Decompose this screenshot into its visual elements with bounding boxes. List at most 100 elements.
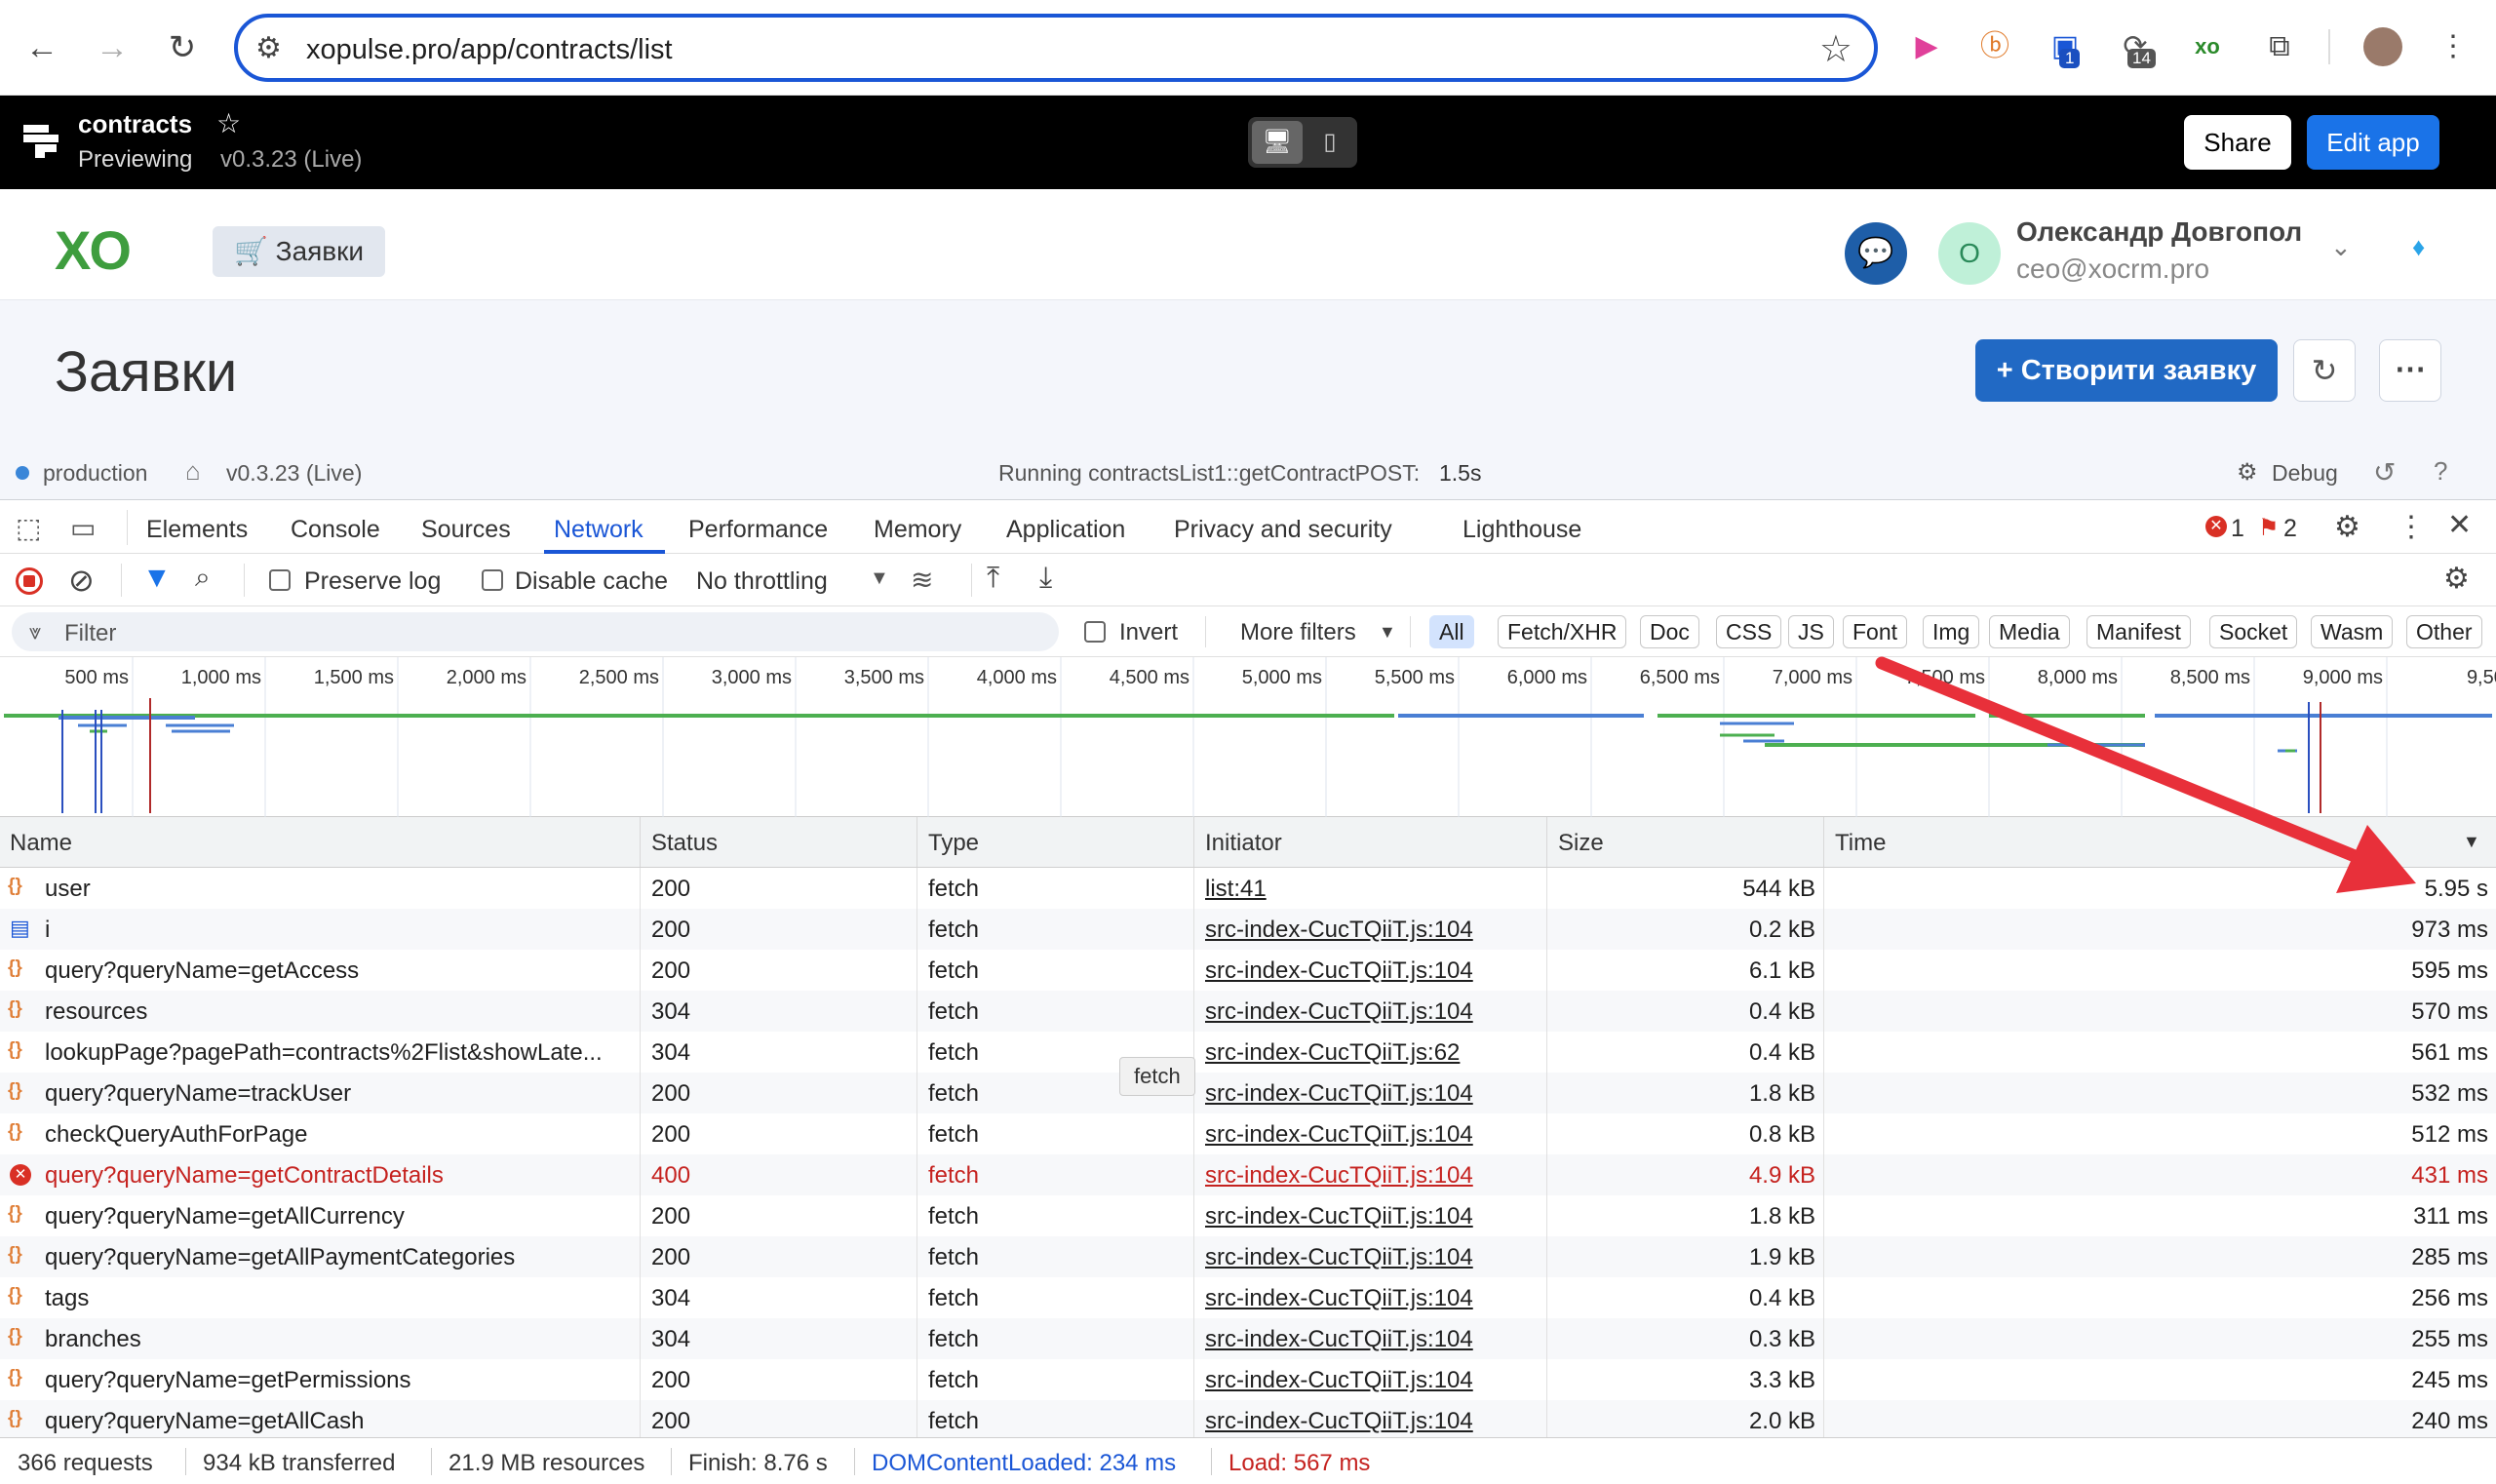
type-filter-other[interactable]: Other (2406, 615, 2482, 648)
type-filter-css[interactable]: CSS (1716, 615, 1782, 648)
request-initiator-link[interactable]: src-index-CucTQiiT.js:104 (1205, 1080, 1473, 1108)
bookmark-star-icon[interactable]: ☆ (1819, 27, 1852, 71)
history-icon[interactable]: ↺ (2373, 456, 2396, 488)
diamond-icon[interactable]: ♦ (2412, 232, 2425, 262)
help-icon[interactable]: ? (2434, 456, 2447, 487)
column-time[interactable]: Time (1835, 830, 1886, 857)
request-initiator-link[interactable]: src-index-CucTQiiT.js:104 (1205, 1162, 1473, 1190)
more-options-icon[interactable]: ⋯ (2379, 339, 2441, 402)
request-initiator-link[interactable]: src-index-CucTQiiT.js:104 (1205, 1367, 1473, 1394)
disable-cache-checkbox[interactable] (482, 569, 503, 591)
import-har-icon[interactable]: ⤒ (987, 562, 999, 595)
column-size[interactable]: Size (1558, 830, 1604, 857)
desktop-view-icon[interactable]: 🖥 (1252, 121, 1303, 164)
request-name[interactable]: query?queryName=getPermissions (45, 1367, 411, 1394)
request-name[interactable]: branches (45, 1326, 141, 1353)
disable-cache-label[interactable]: Disable cache (515, 567, 668, 596)
site-settings-icon[interactable]: ⚙ (255, 31, 282, 65)
extensions-puzzle-icon[interactable]: ⧉ (2260, 27, 2299, 66)
favorite-star-icon[interactable]: ☆ (216, 107, 241, 139)
request-name[interactable]: checkQueryAuthForPage (45, 1121, 307, 1149)
extension-xo-icon[interactable]: xo (2188, 27, 2227, 66)
chat-icon[interactable]: 💬 (1845, 222, 1907, 285)
network-conditions-icon[interactable]: ≋ (911, 564, 933, 596)
extension-orange-icon[interactable]: ⓑ (1975, 27, 2014, 66)
xo-logo[interactable]: XO (55, 218, 132, 282)
extension-pink-icon[interactable]: ▶ (1907, 27, 1946, 66)
tab-elements[interactable]: Elements (146, 516, 248, 544)
table-row[interactable]: ▤ i 200 fetch src-index-CucTQiiT.js:104 0.2 k… (0, 909, 2496, 950)
table-row[interactable]: {} checkQueryAuthForPage 200 fetch src-index… (0, 1113, 2496, 1154)
stop-recording-icon[interactable] (16, 567, 43, 595)
type-filter-media[interactable]: Media (1989, 615, 2070, 648)
tab-privacy-security[interactable]: Privacy and security (1174, 516, 1392, 544)
table-row[interactable]: {} branches 304 fetch src-index-CucTQiiT.js:… (0, 1318, 2496, 1359)
address-bar[interactable]: ⚙ xopulse.pro/app/contracts/list ☆ (234, 14, 1878, 82)
filter-funnel-icon[interactable]: ▼ (142, 562, 172, 595)
request-name[interactable]: query?queryName=getContractDetails (45, 1162, 444, 1190)
column-type[interactable]: Type (928, 830, 979, 857)
export-har-icon[interactable]: ⤓ (1039, 562, 1052, 595)
table-row[interactable]: {} query?queryName=getAllPaymentCategorie… (0, 1236, 2496, 1277)
type-filter-manifest[interactable]: Manifest (2086, 615, 2191, 648)
user-avatar[interactable]: О (1938, 222, 2001, 285)
filter-input[interactable]: ⩔ Filter (12, 612, 1059, 651)
url-text[interactable]: xopulse.pro/app/contracts/list (306, 34, 673, 66)
create-request-button[interactable]: + Створити заявку (1975, 339, 2278, 402)
request-name[interactable]: lookupPage?pagePath=contracts%2Flist&sho… (45, 1039, 603, 1067)
forward-arrow-icon[interactable]: → (90, 25, 135, 70)
type-filter-font[interactable]: Font (1843, 615, 1908, 648)
browser-menu-icon[interactable]: ⋮ (2434, 27, 2473, 66)
request-name[interactable]: tags (45, 1285, 89, 1312)
table-row[interactable]: {} resources 304 fetch src-index-CucTQiiT.js… (0, 991, 2496, 1032)
network-overview-timeline[interactable]: 500 ms 1,000 ms 1,500 ms 2,000 ms 2,500 ms 3,… (0, 657, 2496, 817)
request-initiator-link[interactable]: src-index-CucTQiiT.js:104 (1205, 1285, 1473, 1312)
type-filter-socket[interactable]: Socket (2209, 615, 2298, 648)
request-initiator-link[interactable]: list:41 (1205, 876, 1267, 903)
request-name[interactable]: query?queryName=getAllCurrency (45, 1203, 405, 1230)
table-row[interactable]: {} tags 304 fetch src-index-CucTQiiT.js:104 0… (0, 1277, 2496, 1318)
debug-label[interactable]: Debug (2272, 460, 2338, 487)
request-initiator-link[interactable]: src-index-CucTQiiT.js:104 (1205, 1203, 1473, 1230)
request-name[interactable]: i (45, 917, 50, 944)
tab-sources[interactable]: Sources (421, 516, 511, 544)
type-filter-doc[interactable]: Doc (1640, 615, 1699, 648)
more-filters-button[interactable]: More filters (1240, 619, 1356, 646)
type-filter-img[interactable]: Img (1923, 615, 1980, 648)
invert-label[interactable]: Invert (1119, 619, 1178, 646)
env-version[interactable]: v0.3.23 (Live) (226, 460, 362, 487)
table-row[interactable]: {} query?queryName=trackUser 200 fetch src-i… (0, 1073, 2496, 1113)
table-row[interactable]: {} query?queryName=getAccess 200 fetch src-i… (0, 950, 2496, 991)
close-devtools-icon[interactable]: ✕ (2447, 508, 2472, 542)
request-initiator-link[interactable]: src-index-CucTQiiT.js:104 (1205, 1121, 1473, 1149)
tab-console[interactable]: Console (291, 516, 380, 544)
table-row[interactable]: {} user 200 fetch list:41 544 kB 5.95 s (0, 868, 2496, 909)
tab-performance[interactable]: Performance (688, 516, 828, 544)
more-filters-arrow-icon[interactable]: ▼ (1379, 622, 1396, 643)
inspect-element-icon[interactable]: ⬚ (16, 512, 41, 544)
back-arrow-icon[interactable]: ← (20, 25, 64, 70)
tab-network[interactable]: Network (554, 516, 644, 544)
sort-descending-icon[interactable]: ▼ (2463, 832, 2480, 852)
devtools-menu-icon[interactable]: ⋮ (2397, 510, 2426, 544)
request-name[interactable]: query?queryName=getAllPaymentCategories (45, 1244, 515, 1271)
network-settings-icon[interactable]: ⚙ (2443, 562, 2470, 596)
request-name[interactable]: query?queryName=trackUser (45, 1080, 351, 1108)
request-name[interactable]: resources (45, 998, 147, 1026)
nav-item-zayavky[interactable]: 🛒 Заявки (213, 226, 386, 277)
mobile-view-icon[interactable]: ▯ (1306, 121, 1353, 164)
column-initiator[interactable]: Initiator (1205, 830, 1282, 857)
tab-lighthouse[interactable]: Lighthouse (1462, 516, 1581, 544)
type-filter-wasm[interactable]: Wasm (2311, 615, 2394, 648)
chevron-down-icon[interactable]: ⌄ (2330, 232, 2352, 262)
table-row[interactable]: {} query?queryName=getPermissions 200 fetch… (0, 1359, 2496, 1400)
table-row[interactable]: {} query?queryName=getAllCash 200 fetch src-… (0, 1400, 2496, 1441)
request-initiator-link[interactable]: src-index-CucTQiiT.js:62 (1205, 1039, 1460, 1067)
throttling-select[interactable]: No throttling (696, 567, 828, 596)
column-name[interactable]: Name (10, 830, 72, 857)
environment-label[interactable]: production (43, 460, 147, 487)
request-name[interactable]: query?queryName=getAllCash (45, 1408, 365, 1435)
refresh-icon[interactable]: ↻ (2293, 339, 2356, 402)
reload-icon[interactable]: ↻ (160, 25, 205, 70)
invert-checkbox[interactable] (1084, 621, 1106, 643)
